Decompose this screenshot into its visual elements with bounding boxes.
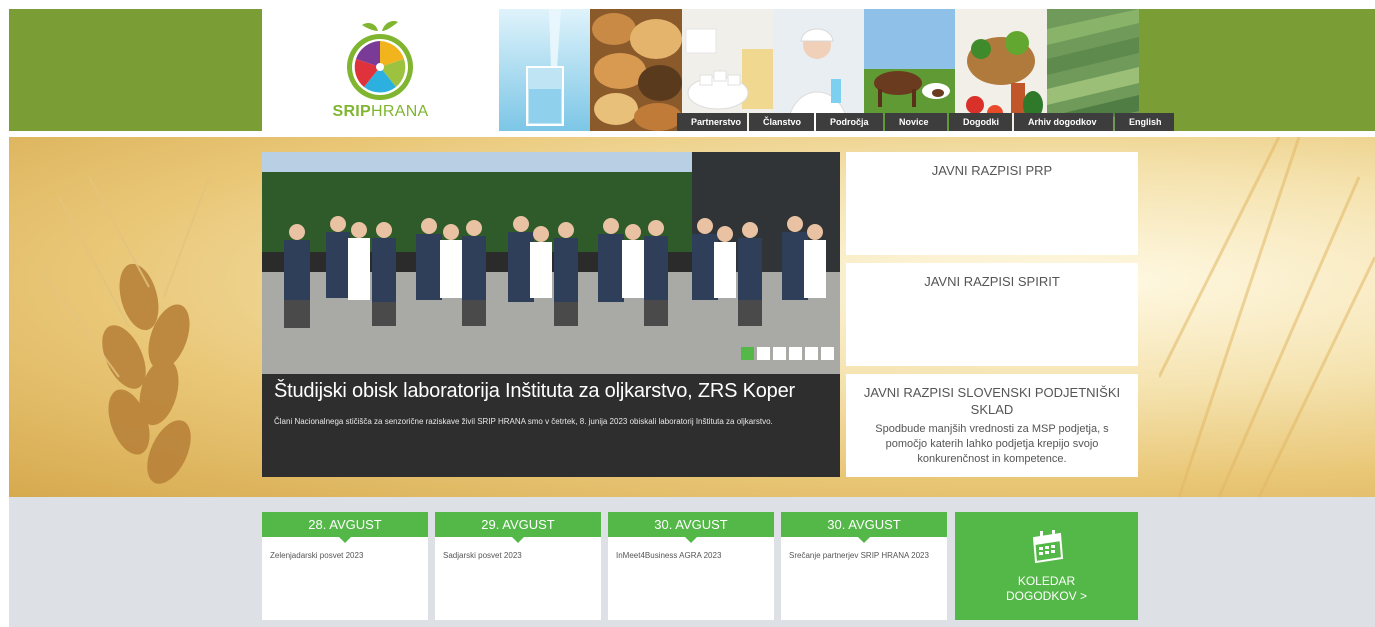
water-glass-photo bbox=[499, 9, 590, 131]
slider-dot[interactable] bbox=[773, 347, 786, 360]
side-box-javni-razpisi-sps[interactable]: JAVNI RAZPISI SLOVENSKI PODJETNIŠKI SKLA… bbox=[846, 374, 1138, 477]
slider-dot[interactable] bbox=[805, 347, 818, 360]
side-box-title: JAVNI RAZPISI SPIRIT bbox=[924, 274, 1060, 289]
side-box-title: JAVNI RAZPISI PRP bbox=[931, 163, 1053, 178]
nav-item-clanstvo[interactable]: Članstvo bbox=[749, 113, 814, 131]
event-card[interactable]: 28. AVGUST Zelenjadarski posvet 2023 bbox=[262, 512, 428, 620]
event-date: 28. AVGUST bbox=[262, 512, 428, 543]
slide-caption: Študijski obisk laboratorija Inštituta z… bbox=[262, 374, 840, 477]
news-slider[interactable]: Študijski obisk laboratorija Inštituta z… bbox=[262, 152, 840, 477]
slider-dot[interactable] bbox=[821, 347, 834, 360]
nav-item-novice[interactable]: Novice bbox=[885, 113, 947, 131]
logo-text-regular: HRANA bbox=[371, 103, 429, 120]
calendar-label-line1: KOLEDAR bbox=[1017, 574, 1076, 588]
slider-dots bbox=[741, 347, 837, 360]
side-box-javni-razpisi-prp[interactable]: JAVNI RAZPISI PRP bbox=[846, 152, 1138, 255]
slide-photo bbox=[262, 152, 840, 374]
slider-dot[interactable] bbox=[757, 347, 770, 360]
calendar-label: KOLEDAR DOGODKOV > bbox=[955, 574, 1138, 604]
slide-title[interactable]: Študijski obisk laboratorija Inštituta z… bbox=[274, 380, 828, 403]
nav-item-partnerstvo[interactable]: Partnerstvo bbox=[677, 113, 747, 131]
logo-emblem-icon bbox=[347, 21, 413, 100]
logo[interactable]: SRIPHRANA bbox=[262, 9, 499, 131]
event-date: 29. AVGUST bbox=[435, 512, 601, 543]
calendar-icon bbox=[1032, 530, 1064, 564]
calendar-button[interactable]: KOLEDAR DOGODKOV > bbox=[955, 512, 1138, 620]
wheat-left-decoration bbox=[38, 177, 210, 484]
nav-item-arhiv-dogodkov[interactable]: Arhiv dogodkov bbox=[1014, 113, 1113, 131]
nav-item-english[interactable]: English bbox=[1115, 113, 1174, 131]
logo-text: SRIPHRANA bbox=[262, 103, 499, 121]
side-box-description: Spodbude manjših vrednosti za MSP podjet… bbox=[875, 423, 1109, 465]
nav-item-podrocja[interactable]: Področja bbox=[816, 113, 883, 131]
slider-dot[interactable] bbox=[789, 347, 802, 360]
nav-item-dogodki[interactable]: Dogodki bbox=[949, 113, 1012, 131]
event-card[interactable]: 29. AVGUST Sadjarski posvet 2023 bbox=[435, 512, 601, 620]
event-date: 30. AVGUST bbox=[608, 512, 774, 543]
bread-photo bbox=[590, 9, 682, 131]
side-box-title: JAVNI RAZPISI SLOVENSKI PODJETNIŠKI SKLA… bbox=[863, 385, 1121, 417]
side-box-javni-razpisi-spirit[interactable]: JAVNI RAZPISI SPIRIT bbox=[846, 263, 1138, 366]
slide-text: Člani Nacionalnega stičišča za senzoričn… bbox=[274, 417, 773, 426]
calendar-label-line2: DOGODKOV > bbox=[1005, 589, 1088, 603]
event-card[interactable]: 30. AVGUST InMeet4Business AGRA 2023 bbox=[608, 512, 774, 620]
main-nav: Partnerstvo Članstvo Področja Novice Dog… bbox=[677, 113, 1176, 131]
event-date: 30. AVGUST bbox=[781, 512, 947, 543]
logo-text-bold: SRIP bbox=[332, 103, 372, 120]
wheat-right-decoration bbox=[1159, 137, 1375, 497]
event-card[interactable]: 30. AVGUST Srečanje partnerjev SRIP HRAN… bbox=[781, 512, 947, 620]
page: SRIPHRANA Partnerstvo Članstvo Področja … bbox=[0, 0, 1375, 627]
slider-dot[interactable] bbox=[741, 347, 754, 360]
